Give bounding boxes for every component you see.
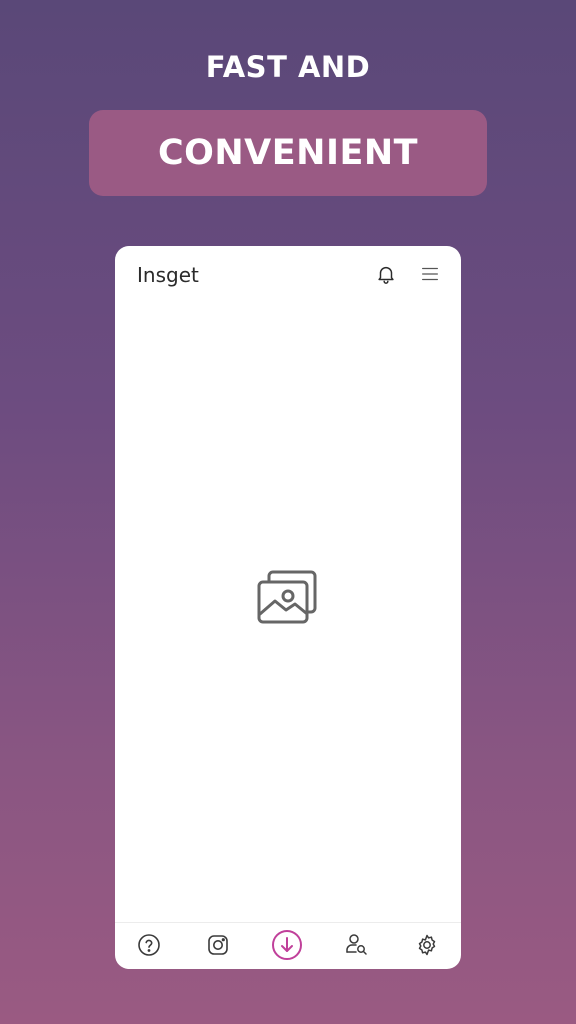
gear-icon[interactable] (414, 932, 440, 958)
user-search-icon[interactable] (344, 932, 370, 958)
menu-icon[interactable] (419, 263, 441, 285)
app-screen: Insget (115, 246, 461, 969)
app-title: Insget (137, 263, 199, 287)
bell-icon[interactable] (375, 263, 397, 285)
images-placeholder-icon (253, 568, 323, 630)
download-circle-icon[interactable] (271, 929, 303, 961)
bottom-nav (115, 922, 461, 969)
instagram-icon[interactable] (205, 932, 231, 958)
promo-headline-line2: CONVENIENT (157, 133, 419, 173)
promo-headline-line1: FAST AND (205, 50, 371, 84)
app-header: Insget (115, 246, 461, 304)
promo-headline-box: CONVENIENT (89, 110, 487, 196)
question-circle-icon[interactable] (136, 932, 162, 958)
